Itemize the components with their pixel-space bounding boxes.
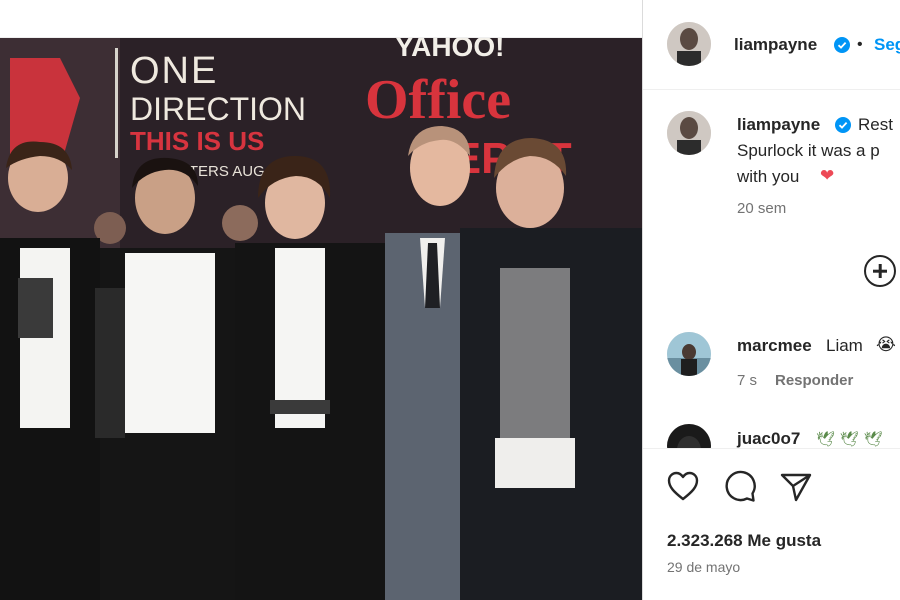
post-media-pane: ONE DIRECTION THIS IS US THEATERS AUG YA… xyxy=(0,0,642,600)
backdrop-text-this-is-us: THIS IS US xyxy=(130,126,264,156)
comment-username[interactable]: juac0o7 xyxy=(737,429,800,449)
follow-button[interactable]: Seg xyxy=(874,35,900,55)
caption-text-line-3: with you xyxy=(737,167,800,186)
backdrop-brand-office: Office xyxy=(365,69,511,131)
share-send-icon[interactable] xyxy=(779,471,813,503)
backdrop-brand-top: YAHOO! xyxy=(395,38,504,62)
verified-badge-icon xyxy=(834,37,850,53)
comment-emoji: 😭 xyxy=(876,335,896,355)
header-separator: • xyxy=(857,36,863,53)
media-top-strip xyxy=(0,0,642,38)
photo-illustration: ONE DIRECTION THIS IS US THEATERS AUG YA… xyxy=(0,38,642,600)
comment-timestamp[interactable]: 7 s xyxy=(737,372,757,389)
comment-username[interactable]: marcmee xyxy=(737,336,812,356)
backdrop-text-one: ONE xyxy=(130,50,218,92)
post-side-panel: liampayne • Seg liampayne Rest Spurlock … xyxy=(643,0,900,600)
caption-username[interactable]: liampayne xyxy=(737,115,820,135)
likes-count[interactable]: 2.323.268 Me gusta xyxy=(667,531,821,551)
avatar-portrait-icon xyxy=(667,22,711,66)
load-more-comments-button[interactable] xyxy=(864,255,896,287)
avatar-portrait-icon xyxy=(667,111,711,155)
like-heart-icon[interactable] xyxy=(666,470,700,502)
actions-divider xyxy=(643,448,900,449)
author-username[interactable]: liampayne xyxy=(734,35,817,55)
caption-avatar[interactable] xyxy=(667,111,711,155)
heart-emoji: ❤ xyxy=(820,166,835,186)
comment-text: Liam xyxy=(826,336,863,355)
author-avatar[interactable] xyxy=(667,22,711,66)
reply-button[interactable]: Responder xyxy=(775,372,853,389)
comment-bubble-icon[interactable] xyxy=(723,470,757,504)
post-header: liampayne • Seg xyxy=(643,0,900,90)
caption-text-line-2: Spurlock it was a p xyxy=(737,141,880,160)
backdrop-text-direction: DIRECTION xyxy=(130,91,306,127)
verified-badge-icon xyxy=(835,117,851,133)
post-date[interactable]: 29 de mayo xyxy=(667,559,740,575)
post-photo[interactable]: ONE DIRECTION THIS IS US THEATERS AUG YA… xyxy=(0,38,642,600)
avatar-portrait-icon xyxy=(667,332,711,376)
caption-text-line-1: Rest xyxy=(858,115,893,134)
caption-timestamp[interactable]: 20 sem xyxy=(737,200,786,217)
comment-avatar[interactable] xyxy=(667,332,711,376)
